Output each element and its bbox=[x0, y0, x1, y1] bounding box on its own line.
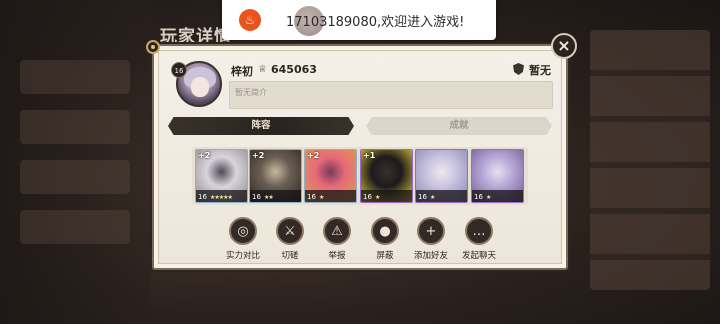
hero-rank: +2 bbox=[307, 151, 320, 160]
action-label: 举报 bbox=[328, 251, 346, 261]
player-intro: 暂无简介 bbox=[229, 81, 553, 109]
hero-card[interactable]: +2 16 ★ bbox=[304, 149, 357, 203]
close-button[interactable]: × bbox=[551, 33, 577, 59]
hero-stars: ★ bbox=[430, 194, 435, 201]
compare-icon: ◎ bbox=[229, 217, 257, 245]
hero-level: 16 bbox=[252, 193, 261, 201]
swords-icon: ⚔ bbox=[276, 217, 304, 245]
action-label: 添加好友 bbox=[413, 251, 448, 261]
hero-level: 16 bbox=[474, 193, 483, 201]
action-label: 实力对比 bbox=[225, 251, 260, 261]
avatar-face bbox=[191, 77, 209, 97]
hero-stars: ★★★★★ bbox=[210, 194, 233, 201]
action-label: 发起聊天 bbox=[461, 251, 496, 261]
notification-toast[interactable]: ♨ 17103189080,欢迎进入游戏! bbox=[222, 0, 496, 40]
hero-card[interactable]: 16 ★ bbox=[415, 149, 468, 203]
hero-level: 16 bbox=[307, 193, 316, 201]
background-right-list bbox=[590, 30, 710, 290]
background-item bbox=[20, 160, 130, 194]
close-icon: × bbox=[557, 36, 571, 55]
background-left-panel bbox=[0, 0, 150, 324]
action-button[interactable]: ⚠ 举报 bbox=[312, 217, 362, 261]
warning-icon: ⚠ bbox=[323, 217, 351, 245]
action-button[interactable]: ◎ 实力对比 bbox=[218, 217, 268, 261]
background-item bbox=[20, 110, 130, 144]
action-label: 切磋 bbox=[281, 251, 299, 261]
guild-name: 暂无 bbox=[529, 64, 551, 77]
hero-card[interactable]: +2 16 ★★ bbox=[249, 149, 302, 203]
hero-card[interactable]: +2 16 ★★★★★ bbox=[195, 149, 248, 203]
tab-lineup[interactable]: 阵容 bbox=[168, 117, 354, 135]
hero-stars: ★★ bbox=[264, 194, 274, 201]
action-label: 屏蔽 bbox=[376, 251, 394, 261]
hero-stars: ★ bbox=[486, 194, 491, 201]
action-button[interactable]: ● 屏蔽 bbox=[360, 217, 410, 261]
chat-icon: … bbox=[465, 217, 493, 245]
hero-rank: +2 bbox=[198, 151, 211, 160]
block-user-icon: ● bbox=[371, 217, 399, 245]
background-item bbox=[20, 60, 130, 94]
background-item bbox=[20, 210, 130, 244]
notification-message: 17103189080,欢迎进入游戏! bbox=[286, 15, 465, 30]
hero-rank: +1 bbox=[363, 151, 376, 160]
corner-ornament-icon bbox=[146, 40, 160, 54]
hero-rank: +2 bbox=[252, 151, 265, 160]
tab-achievements[interactable]: 成就 bbox=[366, 117, 552, 135]
add-friend-icon: + bbox=[417, 217, 445, 245]
player-id: 645063 bbox=[271, 63, 317, 76]
hero-stars: ★ bbox=[319, 194, 324, 201]
player-name: 梓初 bbox=[231, 65, 253, 78]
flame-app-icon: ♨ bbox=[239, 9, 261, 31]
hero-card[interactable]: +1 16 ★ bbox=[360, 149, 413, 203]
hero-level: 16 bbox=[418, 193, 427, 201]
player-level-badge: 16 bbox=[171, 62, 187, 78]
action-button[interactable]: + 添加好友 bbox=[406, 217, 456, 261]
action-button[interactable]: … 发起聊天 bbox=[454, 217, 504, 261]
hero-level: 16 bbox=[198, 193, 207, 201]
hero-card[interactable]: 16 ★ bbox=[471, 149, 524, 203]
action-button[interactable]: ⚔ 切磋 bbox=[265, 217, 315, 261]
crown-icon: ♕ bbox=[258, 64, 267, 75]
hero-level: 16 bbox=[363, 193, 372, 201]
hero-stars: ★ bbox=[375, 194, 380, 201]
